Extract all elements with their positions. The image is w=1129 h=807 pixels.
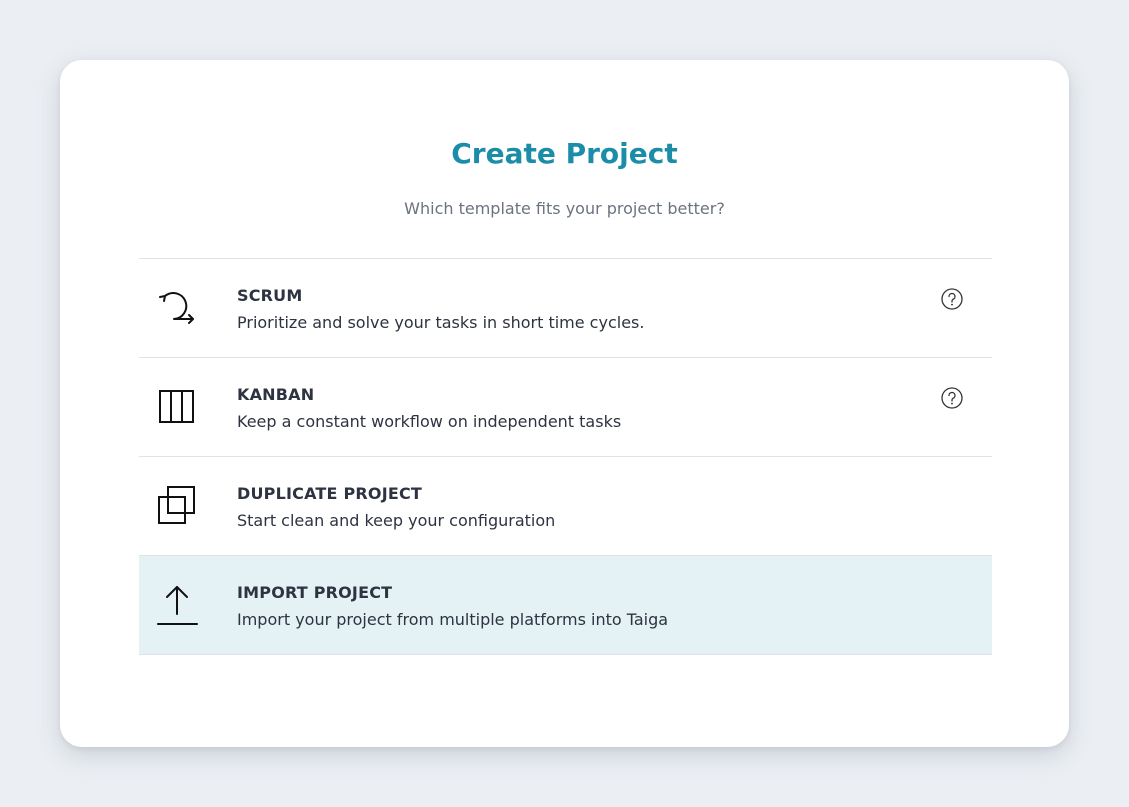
template-options-list: SCRUM Prioritize and solve your tasks in…	[139, 258, 992, 655]
option-description: Import your project from multiple platfo…	[237, 610, 669, 629]
help-icon[interactable]	[940, 287, 964, 311]
duplicate-icon	[155, 484, 199, 528]
option-description: Start clean and keep your configuration	[237, 511, 556, 530]
option-title: DUPLICATE PROJECT	[237, 484, 423, 503]
option-title: SCRUM	[237, 286, 303, 305]
help-icon[interactable]	[940, 386, 964, 410]
dialog-title: Create Project	[451, 137, 678, 170]
option-duplicate-project[interactable]: DUPLICATE PROJECT Start clean and keep y…	[139, 457, 992, 556]
option-title: KANBAN	[237, 385, 315, 404]
option-kanban[interactable]: KANBAN Keep a constant workflow on indep…	[139, 358, 992, 457]
option-description: Prioritize and solve your tasks in short…	[237, 313, 645, 332]
create-project-dialog: Create Project Which template fits your …	[60, 60, 1069, 747]
option-description: Keep a constant workflow on independent …	[237, 412, 622, 431]
option-scrum[interactable]: SCRUM Prioritize and solve your tasks in…	[139, 259, 992, 358]
kanban-columns-icon	[155, 385, 199, 429]
dialog-subtitle: Which template fits your project better?	[404, 199, 725, 218]
option-import-project[interactable]: IMPORT PROJECT Import your project from …	[139, 556, 992, 655]
option-title: IMPORT PROJECT	[237, 583, 393, 602]
upload-icon	[155, 583, 199, 627]
scrum-cycle-icon	[155, 286, 199, 330]
